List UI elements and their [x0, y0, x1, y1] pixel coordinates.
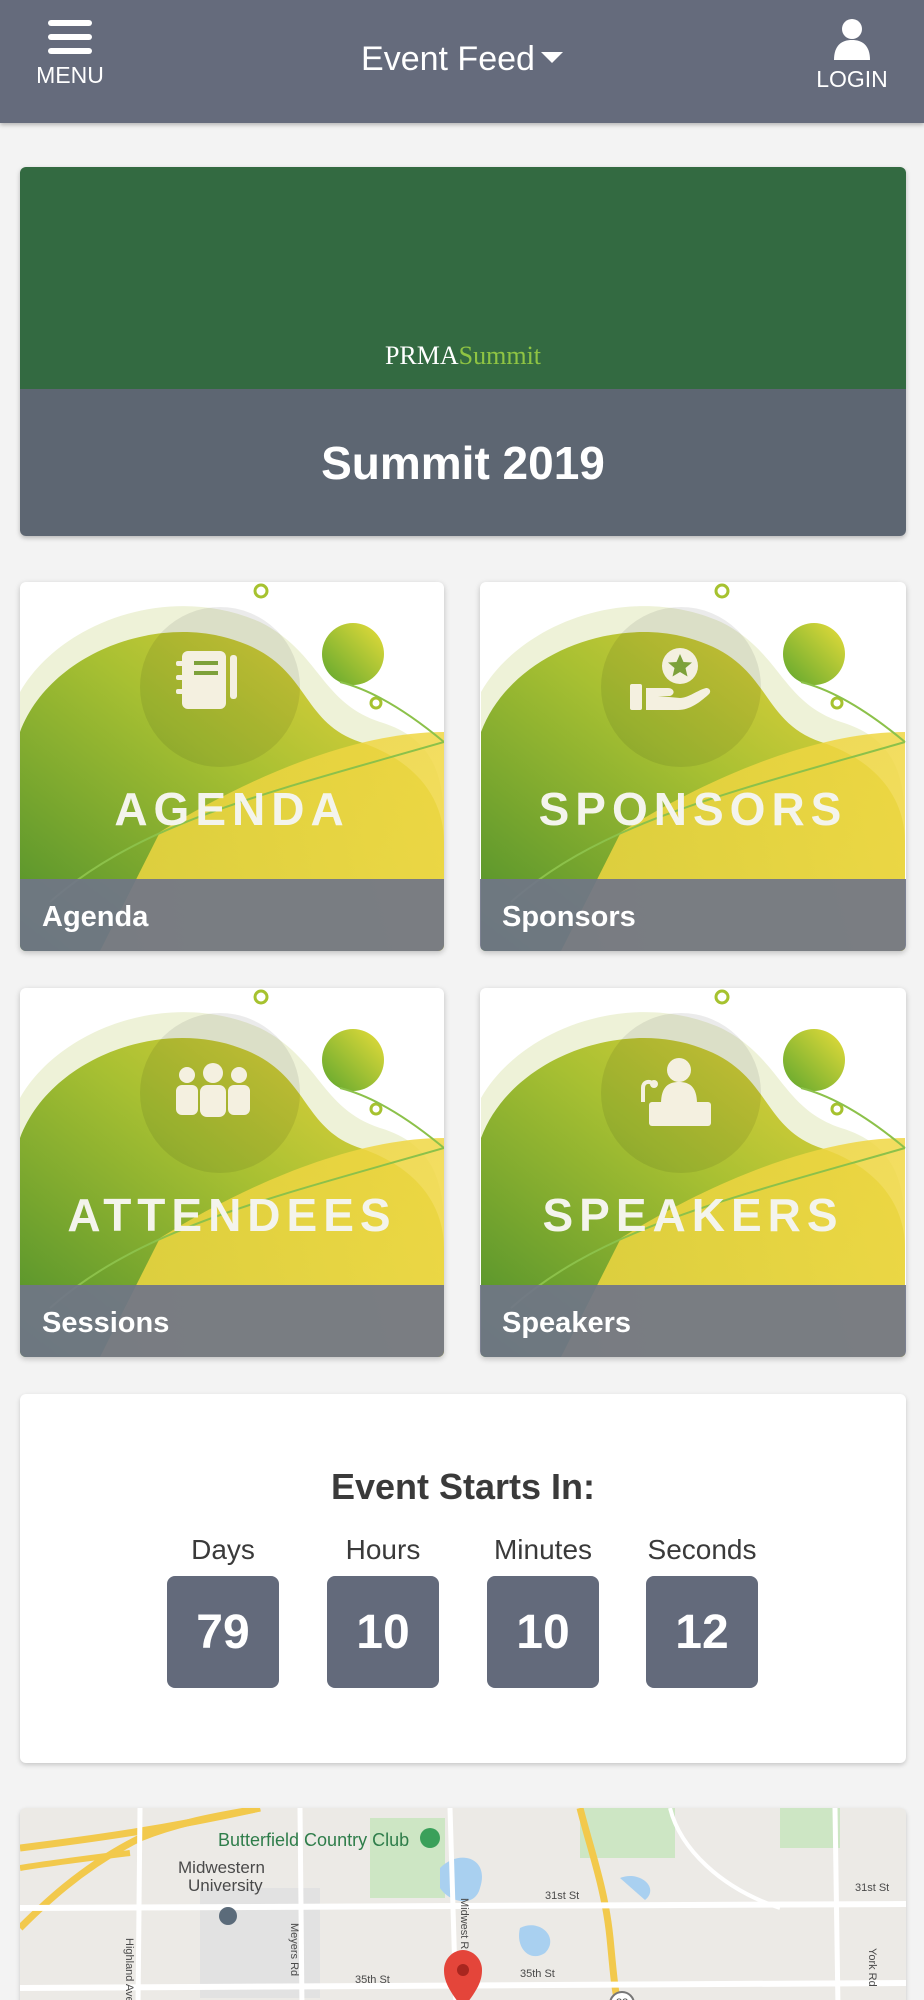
map-label-club: Butterfield Country Club	[218, 1830, 410, 1850]
caret-down-icon	[540, 51, 563, 63]
tile-agenda[interactable]: AGENDA Agenda	[20, 582, 444, 951]
countdown-label: Days	[191, 1534, 255, 1565]
tile-big-text: ATTENDEES	[67, 1189, 397, 1241]
page-title: Event Feed	[361, 40, 535, 78]
speaker-podium-icon	[641, 1058, 711, 1126]
people-icon	[176, 1063, 250, 1117]
countdown-label: Hours	[345, 1534, 421, 1565]
map-label-street: York Rd	[866, 1948, 878, 1987]
hamburger-icon	[48, 20, 92, 54]
countdown-value: 10	[327, 1576, 439, 1688]
map-label-university: Midwestern	[178, 1858, 265, 1877]
event-feed-dropdown[interactable]: Event Feed	[320, 40, 604, 86]
countdown-minutes: Minutes 10	[478, 1534, 608, 1688]
hand-star-icon	[630, 648, 711, 710]
prma-summit-logo: PRMASummit	[20, 341, 906, 371]
tile-big-text: SPEAKERS	[542, 1189, 844, 1241]
banner-title: Summit 2019	[321, 436, 605, 489]
map-label-street: Midwest R	[458, 1898, 470, 1950]
tile-label: Sessions	[20, 1285, 444, 1357]
countdown-value: 10	[487, 1576, 599, 1688]
banner-caption: Summit 2019	[20, 389, 906, 536]
map-label-street: 31st St	[545, 1890, 580, 1902]
event-banner[interactable]: PRMASummit Summit 2019	[20, 167, 906, 536]
banner-image: PRMASummit	[20, 167, 906, 389]
event-location-map[interactable]: Butterfield Country Club Midwestern Univ…	[20, 1808, 906, 2000]
top-navigation-bar: MENU Event Feed LOGIN	[0, 0, 924, 123]
tile-label: Agenda	[20, 879, 444, 951]
tile-big-text: SPONSORS	[538, 783, 848, 835]
countdown-seconds: Seconds 12	[637, 1534, 767, 1688]
countdown-value: 12	[646, 1576, 758, 1688]
tile-sponsors[interactable]: SPONSORS Sponsors	[480, 582, 906, 951]
menu-label: MENU	[36, 62, 104, 88]
map-label-university: University	[188, 1876, 263, 1895]
map-label-street: 31st St	[855, 1882, 890, 1894]
notebook-icon	[176, 651, 237, 709]
tile-sessions[interactable]: ATTENDEES Sessions	[20, 988, 444, 1357]
map-label-street: Highland Ave	[123, 1938, 135, 2000]
map-label-street: Meyers Rd	[288, 1923, 300, 1977]
logo-text-summit: Summit	[458, 341, 542, 370]
map-label-street: 35th St	[355, 1974, 390, 1986]
tile-speakers[interactable]: SPEAKERS Speakers	[480, 988, 906, 1357]
countdown-card: Event Starts In: Days 79 Hours 10 Minute…	[20, 1394, 906, 1763]
tile-label: Speakers	[480, 1285, 906, 1357]
menu-button[interactable]: MENU	[20, 14, 120, 106]
countdown-label: Minutes	[493, 1534, 593, 1565]
tile-label: Sponsors	[480, 879, 906, 951]
tile-big-text: AGENDA	[114, 783, 350, 835]
countdown-days: Days 79	[158, 1534, 288, 1688]
map-label-street: 35th St	[520, 1968, 555, 1980]
countdown-hours: Hours 10	[318, 1534, 448, 1688]
user-icon	[834, 19, 870, 60]
login-button[interactable]: LOGIN	[806, 14, 898, 106]
countdown-label: Seconds	[647, 1534, 757, 1565]
login-label: LOGIN	[816, 66, 888, 92]
countdown-title: Event Starts In:	[330, 1466, 596, 1507]
logo-text-prma: PRMA	[384, 341, 459, 370]
countdown-value: 79	[167, 1576, 279, 1688]
